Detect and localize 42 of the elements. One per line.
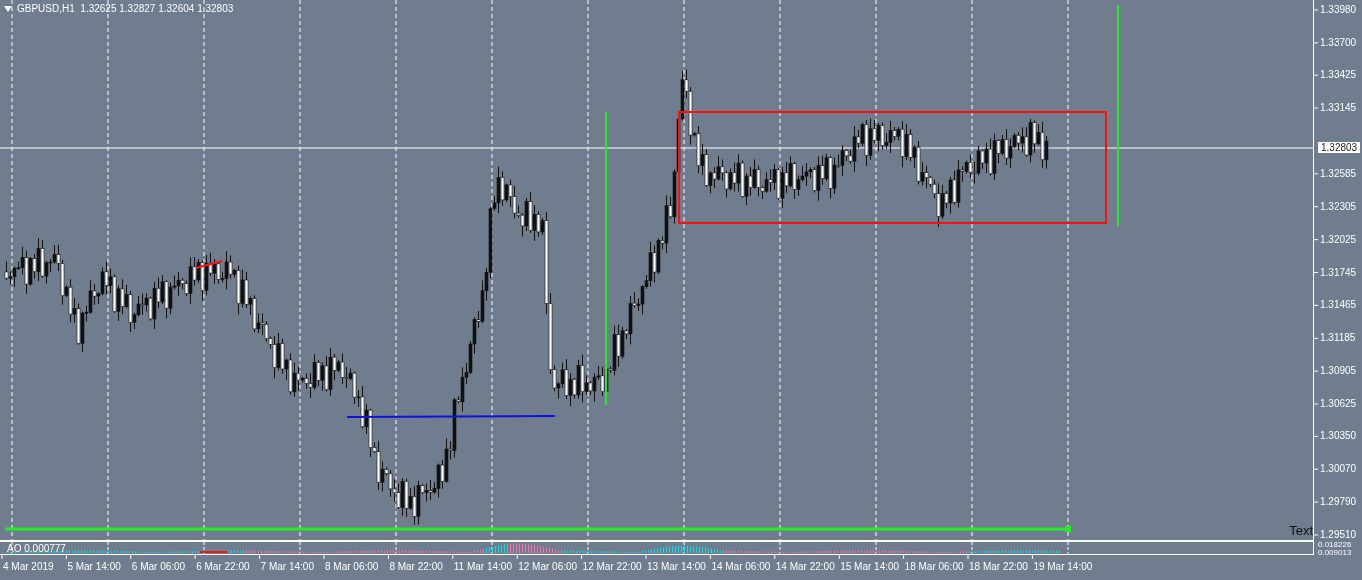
current-price-label: 1.32803 [1318,142,1361,153]
time-label: 15 Mar 14:00 [840,561,900,573]
text-object: Text [1289,524,1313,538]
time-label: 8 Mar 22:00 [389,561,443,573]
dropdown-icon[interactable] [4,6,12,12]
time-label: 4 Mar 2019 [3,561,54,573]
trend-line [199,551,229,553]
chart-header: GBPUSD,H1 1.32625 1.32827 1.32604 1.32803 [17,3,234,15]
price-label: 1.30350 [1320,430,1357,443]
price-label: 1.31745 [1320,266,1357,279]
time-label: 12 Mar 22:00 [582,561,642,573]
price-label: 1.30905 [1320,365,1357,378]
time-label: 14 Mar 06:00 [711,561,771,573]
time-label: 6 Mar 06:00 [131,561,186,573]
time-label: 8 Mar 06:00 [325,561,379,573]
price-label: 1.33425 [1320,69,1357,82]
time-label: 11 Mar 14:00 [453,561,512,573]
time-label: 7 Mar 14:00 [260,561,314,573]
price-label: 1.30625 [1320,398,1357,411]
time-label: 18 Mar 06:00 [904,561,964,573]
price-label: 1.32305 [1320,200,1357,213]
price-label: 1.30070 [1320,463,1357,476]
trend-line [195,260,223,269]
time-label: 12 Mar 06:00 [518,561,578,573]
time-label: 14 Mar 22:00 [775,561,835,573]
price-label: 1.29510 [1320,529,1357,541]
time-label: 18 Mar 22:00 [969,561,1028,573]
time-label: 19 Mar 14:00 [1033,561,1093,573]
price-label: 1.29790 [1320,496,1357,509]
indicator-axis-label: 0.018226 [1318,541,1352,549]
time-label: 5 Mar 14:00 [67,561,121,573]
price-label: 1.33145 [1320,102,1357,115]
price-label: 1.33980 [1320,4,1357,16]
price-label: 1.31185 [1320,332,1356,345]
price-label: 1.33700 [1320,36,1357,49]
price-label: 1.31465 [1320,299,1357,312]
time-label: 6 Mar 22:00 [196,561,250,573]
price-label: 1.32585 [1320,167,1357,180]
indicator-label: AO 0.000777 [7,543,66,555]
price-label: 1.32025 [1320,233,1357,246]
time-label: 13 Mar 14:00 [647,561,706,573]
indicator-axis-label: 0.009013 [1318,549,1352,557]
